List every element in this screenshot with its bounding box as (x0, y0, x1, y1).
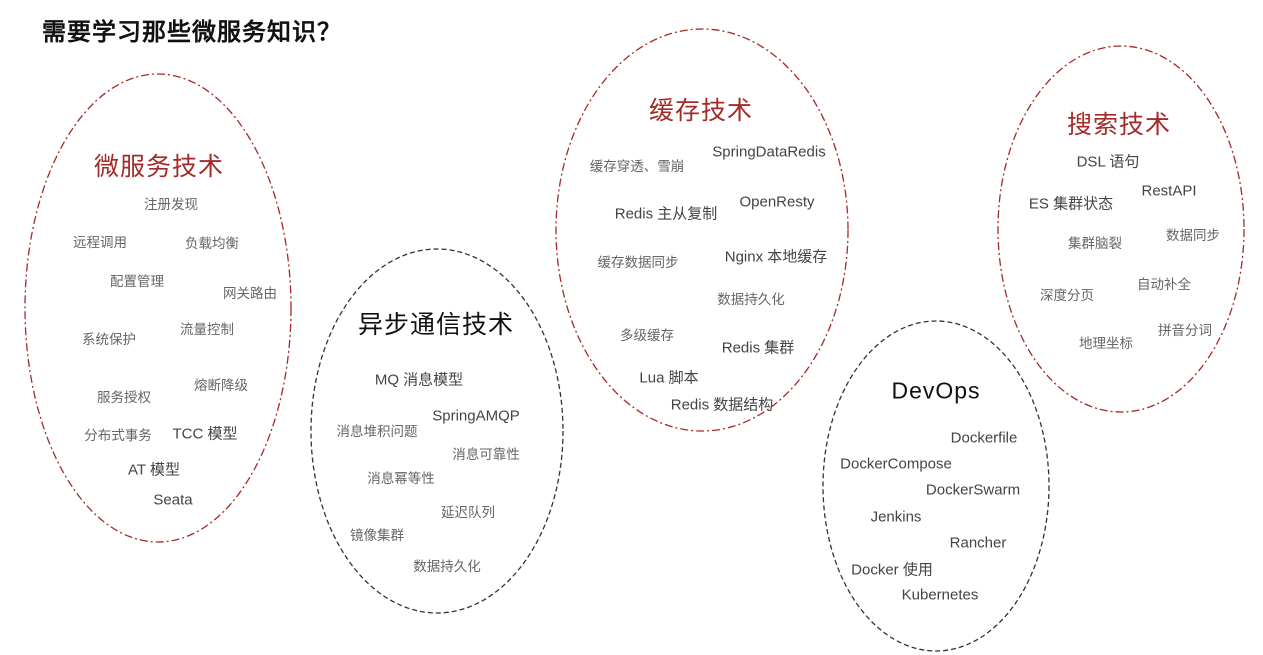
list-item: 网关路由 (223, 286, 277, 302)
list-item: Nginx 本地缓存 (724, 248, 828, 266)
list-item: Redis 数据结构 (670, 396, 774, 414)
list-item: TCC 模型 (172, 425, 238, 443)
list-item: 数据持久化 (717, 292, 785, 308)
list-item: DSL 语句 (1076, 153, 1140, 171)
cache-oval (555, 28, 849, 432)
list-item: 拼音分词 (1158, 323, 1212, 339)
list-item: 服务授权 (97, 390, 151, 406)
async-heading: 异步通信技术 (357, 310, 515, 339)
list-item: AT 模型 (128, 461, 180, 479)
list-item: 注册发现 (144, 197, 198, 213)
list-item: DockerSwarm (925, 481, 1021, 499)
list-item: 地理坐标 (1079, 336, 1133, 352)
list-item: 远程调用 (73, 235, 127, 251)
search-heading: 搜索技术 (1066, 110, 1172, 139)
list-item: 熔断降级 (194, 378, 248, 394)
list-item: ES 集群状态 (1028, 195, 1114, 213)
cache-heading: 缓存技术 (648, 96, 754, 125)
list-item: Redis 集群 (721, 339, 795, 357)
list-item: 缓存穿透、雪崩 (589, 159, 685, 175)
list-item: Rancher (949, 534, 1007, 552)
list-item: 缓存数据同步 (597, 255, 679, 271)
list-item: Lua 脚本 (639, 369, 699, 387)
list-item: Docker 使用 (851, 561, 933, 579)
list-item: Redis 主从复制 (614, 205, 718, 223)
list-item: RestAPI (1141, 182, 1197, 200)
list-item: 消息可靠性 (452, 447, 520, 463)
list-item: Dockerfile (950, 429, 1018, 447)
list-item: Jenkins (870, 508, 922, 526)
list-item: 负载均衡 (185, 236, 239, 252)
list-item: 集群脑裂 (1068, 236, 1122, 252)
list-item: 自动补全 (1137, 277, 1191, 293)
list-item: 延迟队列 (441, 505, 495, 521)
list-item: 多级缓存 (620, 328, 674, 344)
list-item: 深度分页 (1040, 288, 1094, 304)
list-item: MQ 消息模型 (374, 371, 464, 389)
list-item: Seata (153, 491, 193, 509)
list-item: 消息幂等性 (367, 471, 435, 487)
list-item: Kubernetes (901, 586, 979, 604)
list-item: SpringAMQP (432, 407, 520, 425)
list-item: 数据持久化 (413, 559, 481, 575)
list-item: 流量控制 (180, 322, 234, 338)
list-item: 系统保护 (82, 332, 136, 348)
microservice-heading: 微服务技术 (93, 152, 225, 181)
list-item: 数据同步 (1166, 228, 1220, 244)
list-item: 消息堆积问题 (336, 424, 418, 440)
list-item: DockerCompose (840, 455, 952, 473)
list-item: 分布式事务 (84, 428, 152, 444)
list-item: OpenResty (739, 193, 815, 211)
list-item: SpringDataRedis (712, 143, 826, 161)
devops-heading: DevOps (891, 377, 981, 404)
list-item: 配置管理 (110, 274, 164, 290)
list-item: 镜像集群 (350, 528, 404, 544)
